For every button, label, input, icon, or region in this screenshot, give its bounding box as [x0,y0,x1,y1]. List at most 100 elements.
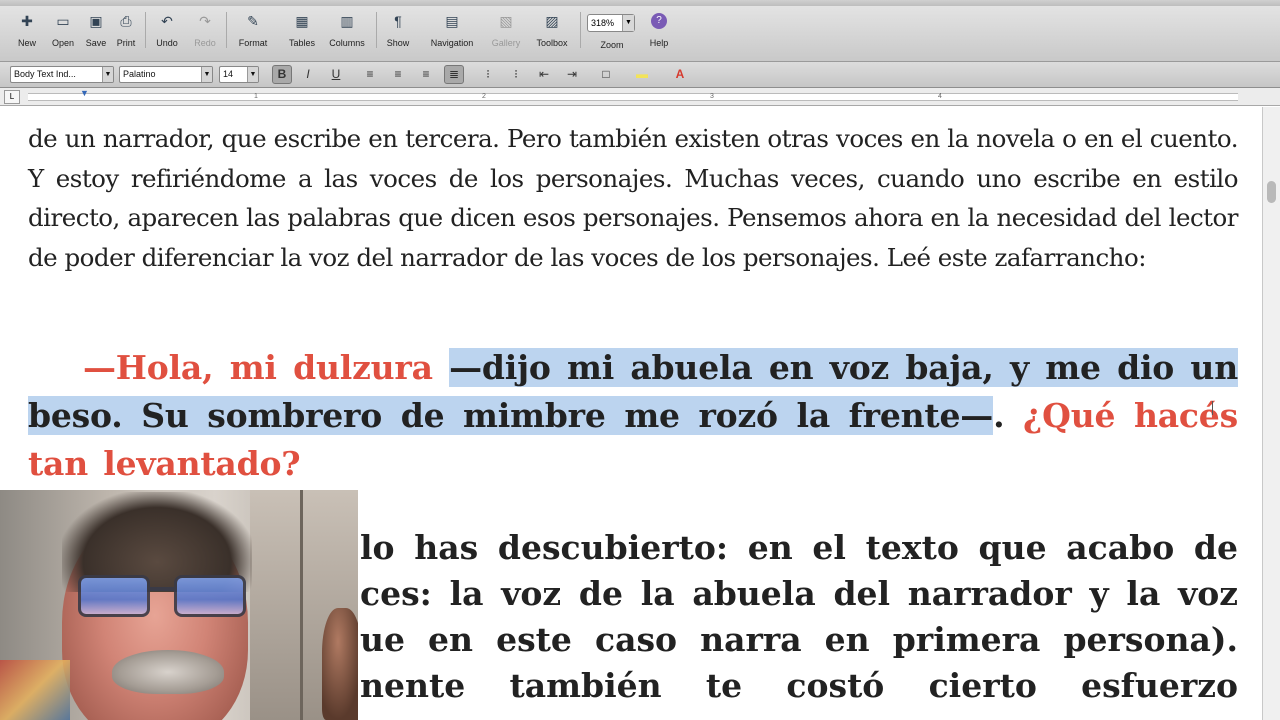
save-button[interactable]: ▣ Save [82,10,110,56]
zoom-label-wrap: Zoom [594,34,630,56]
style-value: Body Text Ind... [14,69,76,79]
toolbox-label: Toolbox [536,38,568,48]
open-label: Open [51,38,75,48]
undo-label: Undo [156,38,178,48]
borders-icon[interactable]: □ [596,65,616,84]
body-paragraph: de un narrador, que escribe en tercera. … [28,124,1239,272]
zoom-value: 318% [591,18,615,28]
webcam-overlay [0,490,358,720]
table-grid-icon: ▦ [295,13,309,29]
bullet-list-icon[interactable]: ⁝ [506,65,526,84]
font-select[interactable]: Palatino ▼ [119,66,213,83]
gallery-icon: ▧ [499,13,513,29]
ruler[interactable]: L 1 2 3 4 ▼ [0,88,1280,106]
zoom-label: Zoom [600,40,624,50]
ruler-number: 1 [254,93,258,100]
new-document-icon: ✚ [21,13,33,29]
font-size-select[interactable]: 14 ▼ [219,66,259,83]
gallery-label: Gallery [491,38,521,48]
window-titlebar [0,0,1280,6]
undo-icon: ↶ [161,13,173,29]
scrollbar-thumb[interactable] [1267,181,1276,203]
tables-label: Tables [288,38,315,48]
toolbar-divider [145,12,146,48]
columns-button[interactable]: ▥ Columns [324,10,370,56]
toolbar-divider [376,12,377,48]
open-button[interactable]: ▭ Open [48,10,78,56]
align-center-icon[interactable]: ≡ [388,65,408,84]
pilcrow-icon: ¶ [394,13,402,29]
chevron-down-icon: ▼ [201,67,212,82]
italic-icon[interactable]: I [298,65,318,84]
font-size-value: 14 [223,69,234,79]
toolbox-button[interactable]: ▨ Toolbox [530,10,574,56]
text-cursor-icon [1212,401,1213,415]
columns-label: Columns [329,38,365,48]
navigation-button[interactable]: ▤ Navigation [422,10,482,56]
font-color-icon[interactable]: A [670,65,690,84]
bold-icon[interactable]: B [272,65,292,84]
help-question-icon: ? [651,13,667,29]
new-button[interactable]: ✚ New [12,10,42,56]
print-label: Print [116,38,136,48]
chevron-down-icon: ▼ [102,67,113,82]
zoom-select[interactable]: 318% ▼ [587,14,635,32]
new-label: New [17,38,36,48]
paragraph-line: ces: la voz de la abuela del narrador y … [360,574,1238,613]
dialogue-line-red: —Hola, mi dulzura [83,348,450,387]
dialogue-paragraph: —Hola, mi dulzura —dijo mi abuela en voz… [28,344,1238,488]
show-button[interactable]: ¶ Show [382,10,414,56]
gallery-button[interactable]: ▧ Gallery [486,10,526,56]
justify-icon[interactable]: ≣ [444,65,464,84]
tab-stop-selector[interactable]: L [4,90,20,104]
underline-icon[interactable]: U [326,65,346,84]
partially-hidden-paragraph: lo has descubierto: en el texto que acab… [360,525,1238,709]
format-button[interactable]: ✎ Format [232,10,274,56]
style-select[interactable]: Body Text Ind... ▼ [10,66,114,83]
webcam-presenter-glasses [78,575,248,619]
dialogue-punctuation: . [993,396,1005,435]
ruler-number: 3 [710,93,714,100]
webcam-presenter-mustache [112,650,224,694]
save-disk-icon: ▣ [89,13,103,29]
ruler-number: 2 [482,93,486,100]
open-folder-icon: ▭ [56,13,70,29]
indent-marker-icon[interactable]: ▼ [80,88,89,98]
tables-button[interactable]: ▦ Tables [284,10,320,56]
webcam-second-person [322,608,358,720]
vertical-scrollbar[interactable] [1262,107,1280,720]
align-left-icon[interactable]: ≡ [360,65,380,84]
redo-label: Redo [194,38,216,48]
navigation-pane-icon: ▤ [445,13,459,29]
format-label: Format [238,38,268,48]
undo-button[interactable]: ↶ Undo [150,10,184,56]
standard-toolbar: ✚ New ▭ Open ▣ Save ⎙ Print ↶ Undo ↷ Red… [0,0,1280,62]
decrease-indent-icon[interactable]: ⇤ [534,65,554,84]
columns-icon: ▥ [340,13,354,29]
show-label: Show [386,38,410,48]
highlight-color-icon[interactable]: ▬ [632,65,652,84]
ruler-track: 1 2 3 4 [28,93,1238,101]
paragraph-line: nente también te costó cierto esfuerzo [360,666,1238,705]
paragraph-line: ue en este caso narra en primera persona… [360,620,1238,659]
font-value: Palatino [123,69,156,79]
help-label: Help [649,38,669,48]
webcam-door-frame [300,490,303,720]
align-right-icon[interactable]: ≡ [416,65,436,84]
glasses-bridge [150,587,174,591]
toolbar-divider [580,12,581,48]
help-button[interactable]: ? Help [644,10,674,56]
webcam-presenter-shirt [0,660,70,720]
increase-indent-icon[interactable]: ⇥ [562,65,582,84]
printer-icon: ⎙ [120,13,132,29]
numbered-list-icon[interactable]: ⁝ [478,65,498,84]
chevron-down-icon: ▼ [622,15,634,31]
redo-button[interactable]: ↷ Redo [188,10,222,56]
save-label: Save [85,38,107,48]
toolbox-icon: ▨ [545,13,559,29]
glasses-lens-left [78,575,150,617]
redo-icon: ↷ [199,13,211,29]
glasses-lens-right [174,575,246,617]
print-button[interactable]: ⎙ Print [112,10,140,56]
format-brush-icon: ✎ [247,13,259,29]
